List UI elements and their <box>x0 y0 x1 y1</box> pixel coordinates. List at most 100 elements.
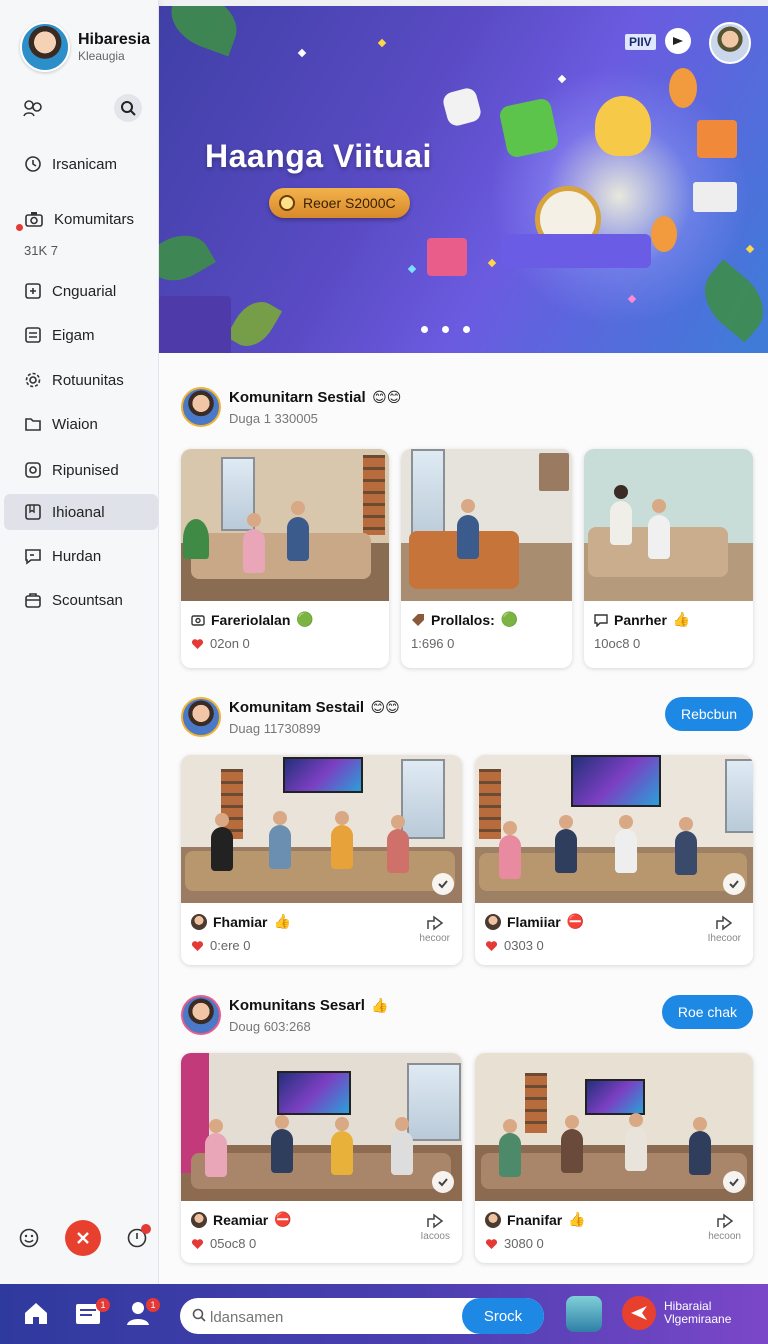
event-card[interactable]: Flamiiar ⛔ 0303 0 Ihecoor <box>475 755 753 965</box>
event-card[interactable]: Fhamiar 👍 0:ere 0 hecoor <box>181 755 462 965</box>
avatar[interactable] <box>566 1296 602 1332</box>
sparkle-decoration <box>297 48 307 58</box>
messages-badge: 1 <box>96 1298 110 1312</box>
post-author[interactable]: Komunitarn Sestial <box>229 389 366 406</box>
post-author[interactable]: Komunitans Sesarl <box>229 997 365 1014</box>
sidebar-item-eigam[interactable]: Eigam <box>4 317 158 353</box>
card-title: Fareriolalan <box>211 611 291 628</box>
card-photo <box>401 449 572 601</box>
share-button[interactable]: hecoon <box>708 1213 741 1242</box>
heart-icon[interactable] <box>485 940 498 952</box>
carousel-dot[interactable] <box>421 326 428 333</box>
sidebar-item-label: Wiaion <box>52 415 98 433</box>
sparkle-decoration <box>487 258 497 268</box>
sidebar-item-ihioanal[interactable]: Ihioanal <box>4 494 158 530</box>
card-title: Flamiiar <box>507 913 561 930</box>
share-button[interactable]: hecoor <box>419 915 450 944</box>
notification-icon[interactable] <box>126 1224 151 1249</box>
search-icon[interactable] <box>114 94 142 122</box>
card-stat: 1:696 0 <box>411 636 455 651</box>
settings-box-icon <box>24 461 42 479</box>
share-label: Ihecoor <box>707 933 741 944</box>
chat-icon <box>594 613 608 627</box>
share-button[interactable]: Ihecoor <box>708 915 741 944</box>
carousel-dots[interactable] <box>421 326 470 333</box>
sidebar-item-hurdan[interactable]: Hurdan <box>4 538 158 574</box>
sidebar-item-cnguarial[interactable]: Cnguarial <box>4 273 158 309</box>
card-stat: 3080 0 <box>504 1236 544 1251</box>
reaction-emoji: 😊😊 <box>370 698 400 715</box>
carousel-dot[interactable] <box>463 326 470 333</box>
avatar <box>191 1211 207 1228</box>
heart-icon[interactable] <box>191 1238 204 1250</box>
tag-icon <box>411 613 425 627</box>
group-icon[interactable] <box>22 98 44 118</box>
check-icon[interactable] <box>723 873 745 895</box>
avatar[interactable] <box>181 697 221 737</box>
join-button[interactable]: Rebcbun <box>664 697 753 731</box>
share-button[interactable]: Iacoos <box>421 1213 450 1242</box>
avatar[interactable] <box>709 22 751 64</box>
sidebar-item-label: Komumitars <box>54 210 135 228</box>
card-photo <box>475 755 753 903</box>
activity-card[interactable]: Prollalos: 🟢 1:696 0 <box>401 449 572 668</box>
hero-banner[interactable]: Haanga Viituai Reoer S2000C PIIV <box>159 6 768 353</box>
sidebar-item-komumitars[interactable]: Komumitars <box>4 201 158 237</box>
post-author[interactable]: Komunitam Sestail <box>229 699 364 716</box>
close-icon[interactable] <box>65 1220 101 1256</box>
check-icon[interactable] <box>432 1171 454 1193</box>
sidebar-item-irsanicam[interactable]: Irsanicam <box>4 146 158 182</box>
sidebar-item-label: Ripunised <box>52 461 119 479</box>
status-badge: 🟢 <box>296 611 314 627</box>
app-switcher[interactable]: Hibaraial Vlgemiraane <box>622 1296 731 1330</box>
sidebar-item-label: Hurdan <box>52 547 102 565</box>
sidebar-item-ripunised[interactable]: Ripunised <box>4 452 158 488</box>
record-icon[interactable] <box>665 28 691 54</box>
sidebar-item-label: Irsanicam <box>52 155 118 173</box>
check-icon[interactable] <box>432 873 454 895</box>
avatar[interactable] <box>181 995 221 1035</box>
leaf-decoration <box>162 6 246 57</box>
event-card[interactable]: Fnanifar 👍 3080 0 hecoon <box>475 1053 753 1263</box>
search-input[interactable] <box>194 1298 472 1336</box>
banner-cta-button[interactable]: Reoer S2000C <box>269 188 410 218</box>
mascot-decoration <box>595 96 651 156</box>
profile-header[interactable]: Hibaresia Kleaugia <box>20 22 150 72</box>
app-subtitle: Vlgemiraane <box>664 1312 732 1326</box>
check-icon[interactable] <box>723 1171 745 1193</box>
sidebar-item-rotuunitas[interactable]: Rotuunitas <box>4 362 158 398</box>
heart-icon[interactable] <box>191 940 204 952</box>
search-button[interactable]: Srock <box>462 1298 544 1334</box>
sidebar-item-label: Cnguarial <box>52 282 117 300</box>
card-photo <box>181 449 389 601</box>
card-title: Fhamiar <box>213 913 268 930</box>
card-stat: 0303 0 <box>504 938 544 953</box>
heart-icon[interactable] <box>485 1238 498 1250</box>
check-button[interactable]: Roe chak <box>661 995 753 1029</box>
community-post: Komunitans Sesarl 👍 Doug 603:268 Roe cha… <box>181 995 753 1263</box>
avatar[interactable] <box>20 22 70 72</box>
activity-card[interactable]: Fareriolalan 🟢 02on 0 <box>181 449 389 668</box>
camera-icon <box>24 210 44 228</box>
status-badge: ⛔ <box>274 1211 292 1227</box>
avatar <box>485 1211 501 1228</box>
folder-icon <box>24 415 42 433</box>
share-icon <box>426 1213 444 1229</box>
sidebar-item-scountsan[interactable]: Scountsan <box>4 582 158 618</box>
sidebar-item-wiaion[interactable]: Wiaion <box>4 406 158 442</box>
home-icon[interactable] <box>22 1300 50 1326</box>
carousel-dot[interactable] <box>442 326 449 333</box>
sparkle-decoration <box>745 244 755 254</box>
avatar[interactable] <box>181 387 221 427</box>
banner-tag[interactable]: PIIV <box>625 34 656 50</box>
card-photo <box>181 1053 462 1201</box>
heart-icon[interactable] <box>191 638 204 650</box>
profile-name: Hibaresia <box>78 31 151 48</box>
activity-card[interactable]: Panrher 👍 10oc8 0 <box>584 449 753 668</box>
dice-decoration <box>441 86 483 128</box>
share-icon <box>426 915 444 931</box>
clock-icon <box>24 155 42 173</box>
leaf-decoration <box>225 293 283 353</box>
emoji-icon[interactable] <box>18 1227 40 1249</box>
event-card[interactable]: Reamiar ⛔ 05oc8 0 Iacoos <box>181 1053 462 1263</box>
